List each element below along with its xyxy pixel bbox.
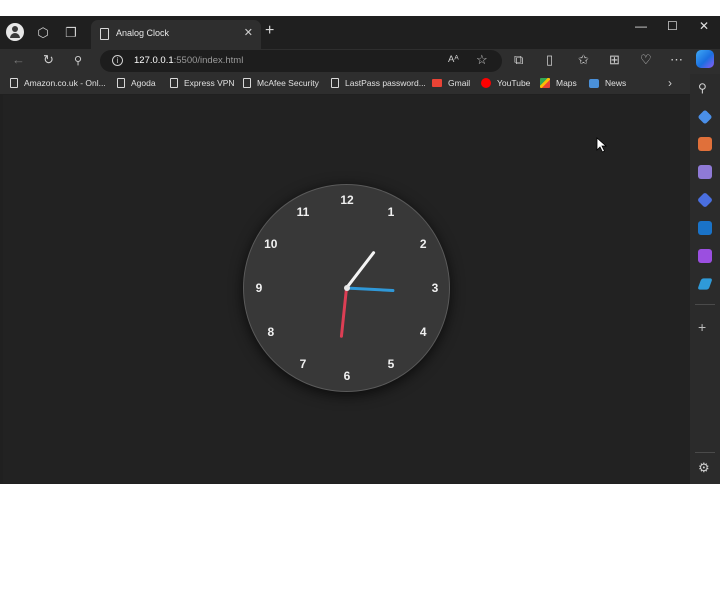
url-text[interactable]: 127.0.0.1:5500/index.html	[134, 55, 243, 66]
page-icon	[331, 78, 339, 88]
maximize-button[interactable]: ☐	[667, 19, 678, 33]
news-icon	[589, 78, 599, 88]
games-icon[interactable]	[698, 165, 712, 179]
edge-sidebar: ⚲ + ⚙	[690, 74, 720, 484]
analog-clock: 12 1 2 3 4 5 6 7 8 9 10 11	[243, 184, 450, 392]
clock-numeral-8: 8	[267, 325, 275, 339]
extensions-icon[interactable]: ⧉	[514, 52, 523, 68]
clock-numeral-2: 2	[419, 237, 427, 251]
split-screen-icon[interactable]: ▯	[546, 52, 553, 68]
sidebar-divider	[695, 452, 715, 453]
page-icon	[243, 78, 251, 88]
address-bar[interactable]: i 127.0.0.1:5500/index.html Aᴬ ☆	[100, 50, 502, 72]
tab-close-icon[interactable]: ✕	[244, 26, 253, 39]
copilot-icon[interactable]	[697, 192, 713, 208]
screen-top-margin	[0, 0, 720, 16]
bookmark-agoda[interactable]: Agoda	[117, 78, 156, 88]
clock-numeral-7: 7	[299, 357, 307, 372]
send-icon[interactable]	[697, 278, 713, 290]
clock-numeral-1: 1	[387, 204, 395, 219]
clock-numeral-5: 5	[387, 357, 395, 372]
clock-numeral-4: 4	[419, 325, 427, 339]
outlook-icon[interactable]	[698, 221, 712, 235]
bookmark-youtube[interactable]: YouTube	[481, 78, 530, 88]
page-icon	[10, 78, 18, 88]
designer-icon[interactable]	[698, 249, 712, 263]
read-aloud-icon[interactable]: Aᴬ	[448, 54, 459, 65]
chevron-right-icon[interactable]: ›	[668, 76, 672, 90]
profile-avatar-icon[interactable]	[6, 23, 24, 41]
sidebar-divider	[695, 304, 715, 305]
tag-icon[interactable]	[697, 109, 713, 125]
hour-hand	[345, 250, 376, 289]
second-hand	[339, 287, 348, 338]
site-info-icon[interactable]: i	[112, 55, 123, 66]
new-tab-button[interactable]: +	[265, 22, 274, 40]
briefcase-icon[interactable]	[698, 137, 712, 151]
search-icon[interactable]: ⚲	[74, 54, 82, 67]
collections-icon[interactable]: ⊞	[609, 52, 620, 68]
workspaces-icon[interactable]: ⬡	[34, 24, 52, 42]
page-icon	[170, 78, 178, 88]
more-menu-icon[interactable]: ⋯	[670, 52, 683, 68]
tab-title: Analog Clock	[116, 28, 170, 38]
favorite-star-icon[interactable]: ☆	[476, 52, 488, 68]
bookmark-maps[interactable]: Maps	[540, 78, 577, 88]
bookmark-lastpass[interactable]: LastPass password...	[331, 78, 426, 88]
copilot-icon[interactable]	[696, 50, 714, 68]
maps-icon	[540, 78, 550, 88]
tab-analog-clock[interactable]: Analog Clock ✕	[91, 20, 261, 49]
minute-hand	[346, 286, 395, 293]
clock-numeral-3: 3	[431, 281, 439, 295]
clock-numeral-11: 11	[296, 204, 310, 219]
page-icon	[117, 78, 125, 88]
back-arrow-icon[interactable]: ←	[12, 52, 25, 67]
tab-actions-icon[interactable]: ❐	[62, 24, 80, 42]
navigation-bar: ← ↻ ⚲ i 127.0.0.1:5500/index.html Aᴬ ☆ ⧉…	[0, 49, 720, 74]
bookmark-mcafee[interactable]: McAfee Security	[243, 78, 319, 88]
close-window-button[interactable]: ✕	[699, 19, 709, 33]
gmail-icon	[432, 79, 442, 87]
clock-numeral-9: 9	[255, 281, 263, 295]
add-icon[interactable]: +	[698, 320, 712, 334]
page-icon	[100, 28, 109, 40]
bookmarks-bar: Amazon.co.uk - Onl... Agoda Express VPN …	[0, 74, 720, 94]
bookmark-express-vpn[interactable]: Express VPN	[170, 78, 235, 88]
search-icon[interactable]: ⚲	[698, 81, 712, 95]
bookmark-amazon[interactable]: Amazon.co.uk - Onl...	[10, 78, 106, 88]
tab-strip: ⬡ ❐ Analog Clock ✕ + — ☐ ✕	[0, 16, 720, 49]
bookmark-news[interactable]: News	[589, 78, 626, 88]
minimize-button[interactable]: —	[635, 19, 647, 33]
youtube-icon	[481, 78, 491, 88]
favorites-icon[interactable]: ✩	[578, 52, 589, 68]
bookmark-gmail[interactable]: Gmail	[432, 78, 470, 88]
clock-numeral-6: 6	[343, 369, 351, 383]
settings-icon[interactable]: ⚙	[698, 461, 712, 475]
clock-center-pivot	[343, 285, 350, 291]
browser-essentials-icon[interactable]: ♡	[640, 52, 652, 68]
mouse-cursor-icon	[596, 137, 608, 153]
refresh-icon[interactable]: ↻	[43, 52, 54, 68]
clock-numeral-12: 12	[340, 193, 354, 207]
clock-numeral-10: 10	[264, 237, 278, 251]
